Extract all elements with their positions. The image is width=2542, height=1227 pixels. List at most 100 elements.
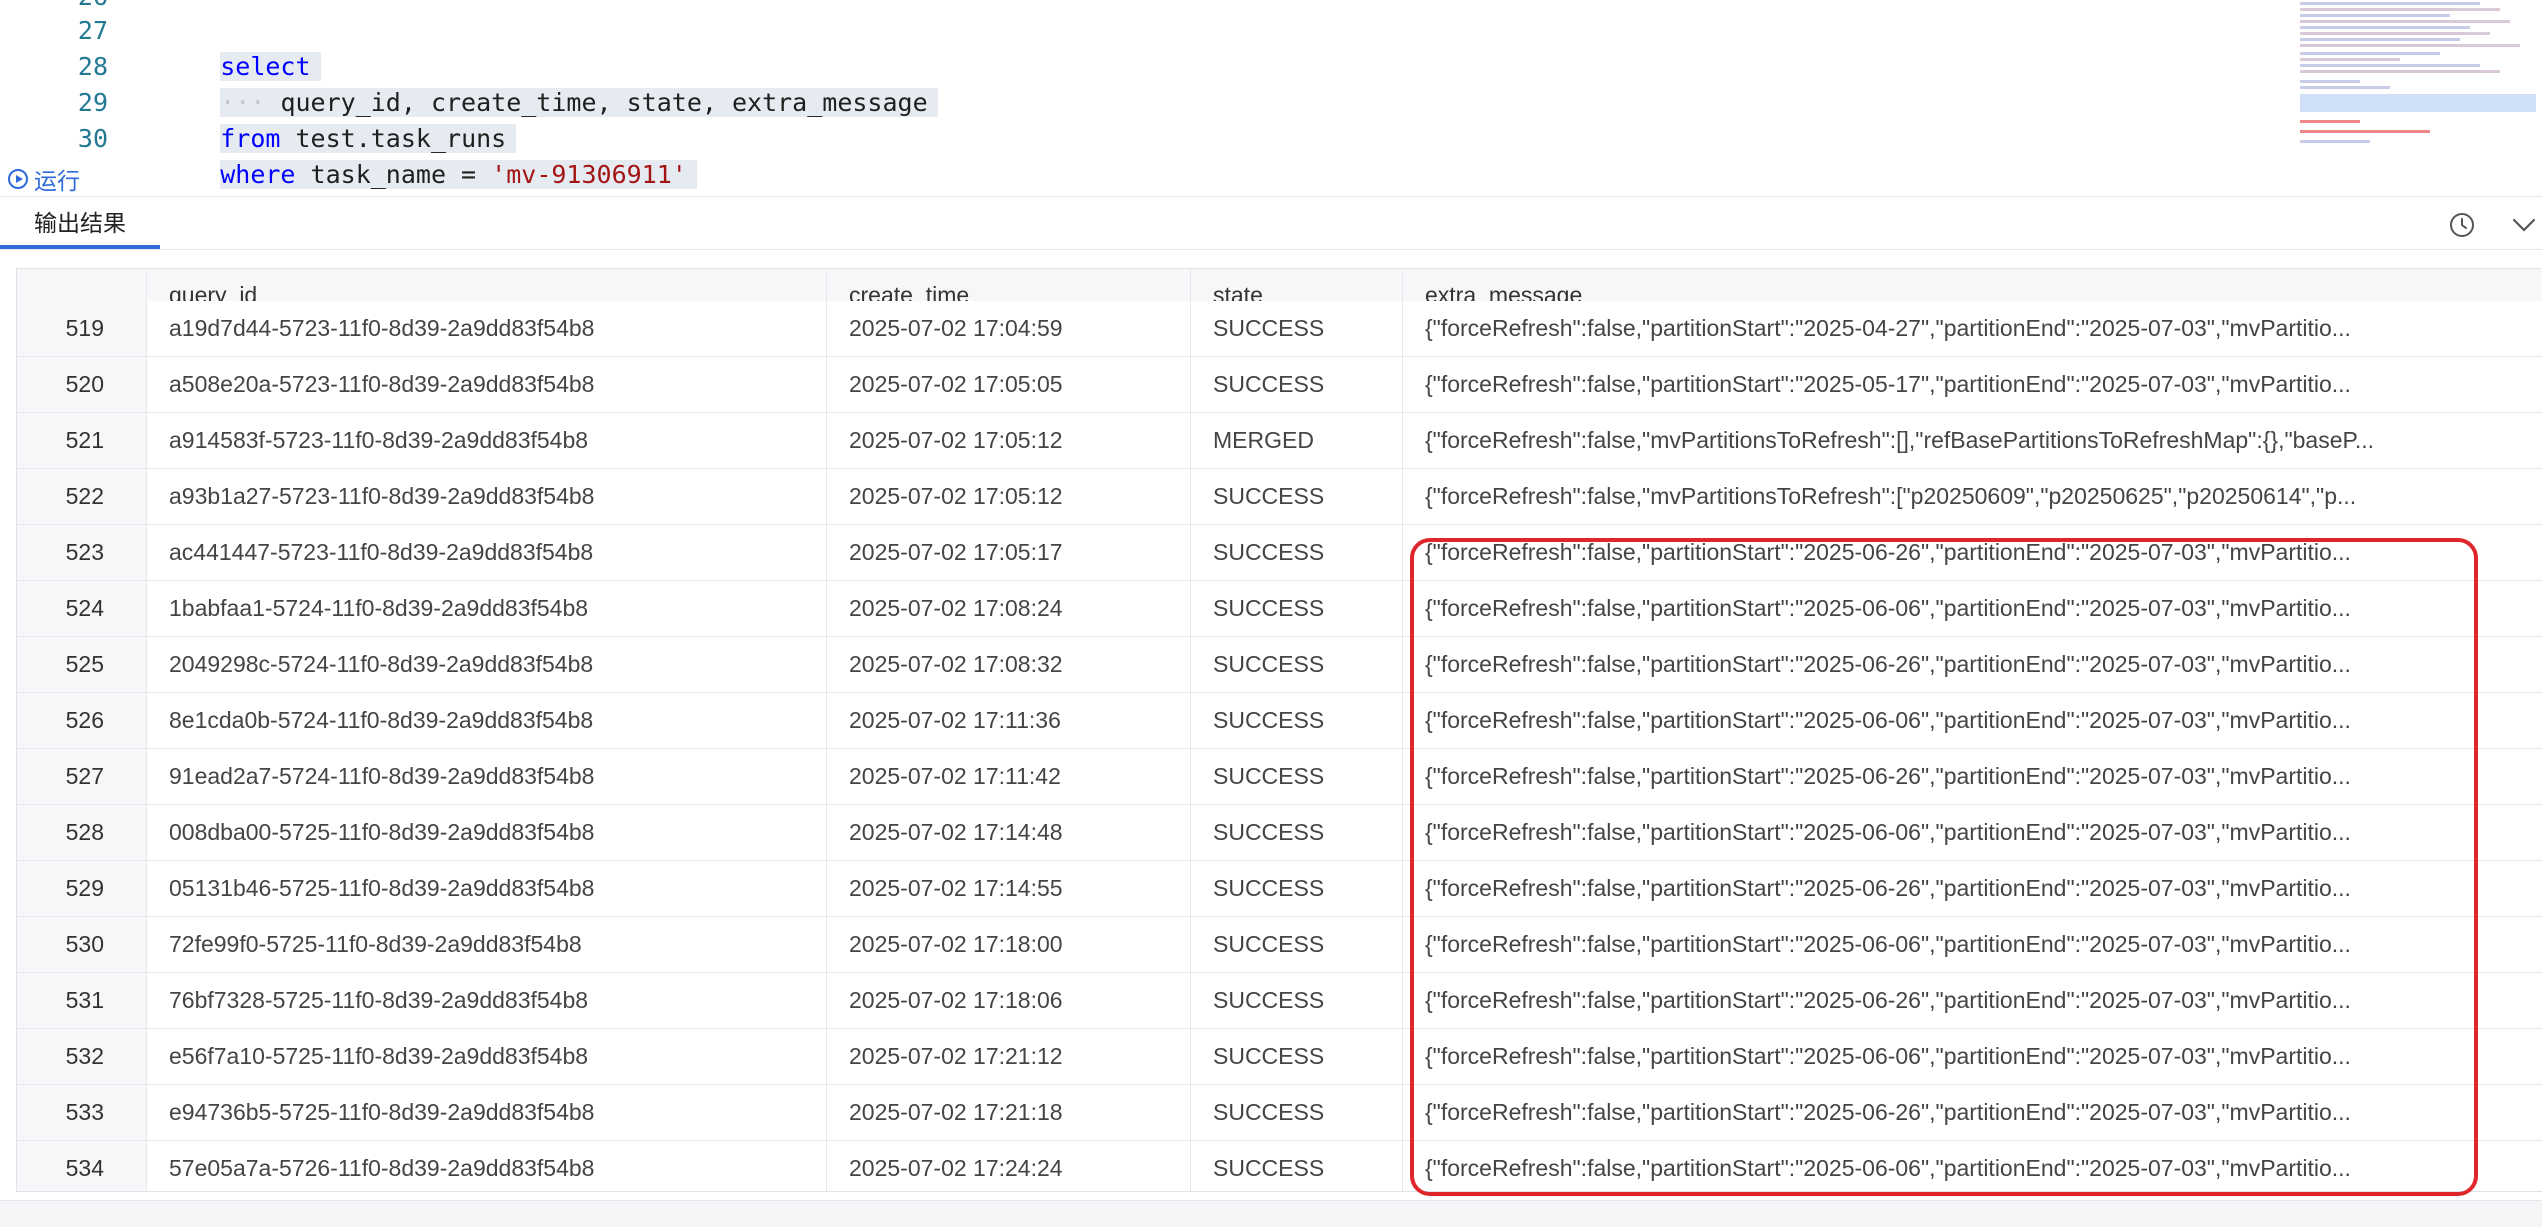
- create-time-cell[interactable]: 2025-07-02 17:11:36: [827, 693, 1191, 748]
- create-time-cell[interactable]: 2025-07-02 17:18:00: [827, 917, 1191, 972]
- query-id-cell[interactable]: 05131b46-5725-11f0-8d39-2a9dd83f54b8: [147, 861, 827, 916]
- query-id-cell[interactable]: 008dba00-5725-11f0-8d39-2a9dd83f54b8: [147, 805, 827, 860]
- code-line[interactable]: ··· query_id, create_time, state, extra_…: [160, 52, 938, 117]
- table-row[interactable]: 522 a93b1a27-5723-11f0-8d39-2a9dd83f54b8 2…: [17, 469, 2542, 525]
- query-id-cell[interactable]: 76bf7328-5725-11f0-8d39-2a9dd83f54b8: [147, 973, 827, 1028]
- row-number-cell[interactable]: 532: [17, 1029, 147, 1084]
- query-id-cell[interactable]: a914583f-5723-11f0-8d39-2a9dd83f54b8: [147, 413, 827, 468]
- row-number-cell[interactable]: 524: [17, 581, 147, 636]
- extra-message-cell[interactable]: {"forceRefresh":false,"partitionStart":"…: [1403, 581, 2542, 636]
- sql-editor[interactable]: 26 27 28 29 30 select ··· query_id, crea…: [0, 0, 2542, 196]
- extra-message-cell[interactable]: {"forceRefresh":false,"partitionStart":"…: [1403, 693, 2542, 748]
- extra-message-cell[interactable]: {"forceRefresh":false,"mvPartitionsToRef…: [1403, 469, 2542, 524]
- table-row[interactable]: 532 e56f7a10-5725-11f0-8d39-2a9dd83f54b8 2…: [17, 1029, 2542, 1085]
- code-line[interactable]: select: [160, 16, 321, 81]
- create-time-cell[interactable]: 2025-07-02 17:11:42: [827, 749, 1191, 804]
- tab-output-results[interactable]: 输出结果: [0, 197, 160, 249]
- state-cell[interactable]: SUCCESS: [1191, 581, 1403, 636]
- create-time-cell[interactable]: 2025-07-02 17:14:55: [827, 861, 1191, 916]
- query-id-cell[interactable]: ac441447-5723-11f0-8d39-2a9dd83f54b8: [147, 525, 827, 580]
- query-id-cell[interactable]: 2049298c-5724-11f0-8d39-2a9dd83f54b8: [147, 637, 827, 692]
- code-line[interactable]: from test.task_runs: [160, 88, 517, 153]
- query-id-cell[interactable]: e94736b5-5725-11f0-8d39-2a9dd83f54b8: [147, 1085, 827, 1140]
- extra-message-cell[interactable]: {"forceRefresh":false,"partitionStart":"…: [1403, 917, 2542, 972]
- row-number-cell[interactable]: 521: [17, 413, 147, 468]
- table-row[interactable]: 530 72fe99f0-5725-11f0-8d39-2a9dd83f54b8 2…: [17, 917, 2542, 973]
- state-cell[interactable]: SUCCESS: [1191, 469, 1403, 524]
- create-time-cell[interactable]: 2025-07-02 17:04:59: [827, 301, 1191, 356]
- extra-message-cell[interactable]: {"forceRefresh":false,"partitionStart":"…: [1403, 861, 2542, 916]
- table-row[interactable]: 534 57e05a7a-5726-11f0-8d39-2a9dd83f54b8 2…: [17, 1141, 2542, 1191]
- state-cell[interactable]: SUCCESS: [1191, 301, 1403, 356]
- code-line[interactable]: order by create_time asc: [160, 160, 592, 194]
- table-row[interactable]: 531 76bf7328-5725-11f0-8d39-2a9dd83f54b8 2…: [17, 973, 2542, 1029]
- state-cell[interactable]: MERGED: [1191, 413, 1403, 468]
- create-time-cell[interactable]: 2025-07-02 17:05:12: [827, 469, 1191, 524]
- row-number-cell[interactable]: 527: [17, 749, 147, 804]
- row-number-cell[interactable]: 519: [17, 301, 147, 356]
- create-time-cell[interactable]: 2025-07-02 17:08:32: [827, 637, 1191, 692]
- query-id-cell[interactable]: 57e05a7a-5726-11f0-8d39-2a9dd83f54b8: [147, 1141, 827, 1191]
- state-cell[interactable]: SUCCESS: [1191, 973, 1403, 1028]
- create-time-cell[interactable]: 2025-07-02 17:05:12: [827, 413, 1191, 468]
- extra-message-cell[interactable]: {"forceRefresh":false,"partitionStart":"…: [1403, 1141, 2542, 1191]
- table-row[interactable]: 526 8e1cda0b-5724-11f0-8d39-2a9dd83f54b8 2…: [17, 693, 2542, 749]
- create-time-cell[interactable]: 2025-07-02 17:24:24: [827, 1141, 1191, 1191]
- row-number-cell[interactable]: 525: [17, 637, 147, 692]
- state-cell[interactable]: SUCCESS: [1191, 1141, 1403, 1191]
- clock-history-icon[interactable]: [2448, 211, 2476, 239]
- table-row[interactable]: 527 91ead2a7-5724-11f0-8d39-2a9dd83f54b8 2…: [17, 749, 2542, 805]
- table-row[interactable]: 525 2049298c-5724-11f0-8d39-2a9dd83f54b8 2…: [17, 637, 2542, 693]
- query-id-cell[interactable]: a93b1a27-5723-11f0-8d39-2a9dd83f54b8: [147, 469, 827, 524]
- row-number-cell[interactable]: 534: [17, 1141, 147, 1191]
- table-row[interactable]: 524 1babfaa1-5724-11f0-8d39-2a9dd83f54b8 2…: [17, 581, 2542, 637]
- extra-message-cell[interactable]: {"forceRefresh":false,"partitionStart":"…: [1403, 805, 2542, 860]
- code-line[interactable]: where task_name = 'mv-91306911': [160, 124, 697, 189]
- row-number-cell[interactable]: 531: [17, 973, 147, 1028]
- state-cell[interactable]: SUCCESS: [1191, 861, 1403, 916]
- state-cell[interactable]: SUCCESS: [1191, 637, 1403, 692]
- state-cell[interactable]: SUCCESS: [1191, 1085, 1403, 1140]
- query-id-cell[interactable]: a508e20a-5723-11f0-8d39-2a9dd83f54b8: [147, 357, 827, 412]
- create-time-cell[interactable]: 2025-07-02 17:14:48: [827, 805, 1191, 860]
- table-row[interactable]: 519 a19d7d44-5723-11f0-8d39-2a9dd83f54b8 2…: [17, 301, 2542, 357]
- state-cell[interactable]: SUCCESS: [1191, 525, 1403, 580]
- create-time-cell[interactable]: 2025-07-02 17:05:05: [827, 357, 1191, 412]
- state-cell[interactable]: SUCCESS: [1191, 917, 1403, 972]
- create-time-cell[interactable]: 2025-07-02 17:08:24: [827, 581, 1191, 636]
- query-id-cell[interactable]: 1babfaa1-5724-11f0-8d39-2a9dd83f54b8: [147, 581, 827, 636]
- row-number-cell[interactable]: 520: [17, 357, 147, 412]
- row-number-cell[interactable]: 530: [17, 917, 147, 972]
- table-row[interactable]: 523 ac441447-5723-11f0-8d39-2a9dd83f54b8 2…: [17, 525, 2542, 581]
- table-row[interactable]: 533 e94736b5-5725-11f0-8d39-2a9dd83f54b8 2…: [17, 1085, 2542, 1141]
- query-id-cell[interactable]: 8e1cda0b-5724-11f0-8d39-2a9dd83f54b8: [147, 693, 827, 748]
- state-cell[interactable]: SUCCESS: [1191, 805, 1403, 860]
- extra-message-cell[interactable]: {"forceRefresh":false,"partitionStart":"…: [1403, 357, 2542, 412]
- state-cell[interactable]: SUCCESS: [1191, 749, 1403, 804]
- create-time-cell[interactable]: 2025-07-02 17:18:06: [827, 973, 1191, 1028]
- extra-message-cell[interactable]: {"forceRefresh":false,"partitionStart":"…: [1403, 1085, 2542, 1140]
- query-id-cell[interactable]: 72fe99f0-5725-11f0-8d39-2a9dd83f54b8: [147, 917, 827, 972]
- result-table[interactable]: query_id create_time state extra_message…: [16, 268, 2542, 1192]
- extra-message-cell[interactable]: {"forceRefresh":false,"partitionStart":"…: [1403, 301, 2542, 356]
- table-row[interactable]: 521 a914583f-5723-11f0-8d39-2a9dd83f54b8 2…: [17, 413, 2542, 469]
- run-button[interactable]: 运行: [8, 164, 80, 194]
- extra-message-cell[interactable]: {"forceRefresh":false,"partitionStart":"…: [1403, 637, 2542, 692]
- create-time-cell[interactable]: 2025-07-02 17:21:12: [827, 1029, 1191, 1084]
- state-cell[interactable]: SUCCESS: [1191, 693, 1403, 748]
- state-cell[interactable]: SUCCESS: [1191, 357, 1403, 412]
- table-row[interactable]: 528 008dba00-5725-11f0-8d39-2a9dd83f54b8 2…: [17, 805, 2542, 861]
- query-id-cell[interactable]: 91ead2a7-5724-11f0-8d39-2a9dd83f54b8: [147, 749, 827, 804]
- row-number-cell[interactable]: 528: [17, 805, 147, 860]
- extra-message-cell[interactable]: {"forceRefresh":false,"mvPartitionsToRef…: [1403, 413, 2542, 468]
- extra-message-cell[interactable]: {"forceRefresh":false,"partitionStart":"…: [1403, 525, 2542, 580]
- table-row[interactable]: 520 a508e20a-5723-11f0-8d39-2a9dd83f54b8 2…: [17, 357, 2542, 413]
- row-number-cell[interactable]: 523: [17, 525, 147, 580]
- table-row[interactable]: 529 05131b46-5725-11f0-8d39-2a9dd83f54b8 2…: [17, 861, 2542, 917]
- create-time-cell[interactable]: 2025-07-02 17:21:18: [827, 1085, 1191, 1140]
- state-cell[interactable]: SUCCESS: [1191, 1029, 1403, 1084]
- editor-minimap[interactable]: [2296, 0, 2536, 150]
- chevron-down-icon[interactable]: [2510, 211, 2538, 239]
- query-id-cell[interactable]: a19d7d44-5723-11f0-8d39-2a9dd83f54b8: [147, 301, 827, 356]
- row-number-cell[interactable]: 526: [17, 693, 147, 748]
